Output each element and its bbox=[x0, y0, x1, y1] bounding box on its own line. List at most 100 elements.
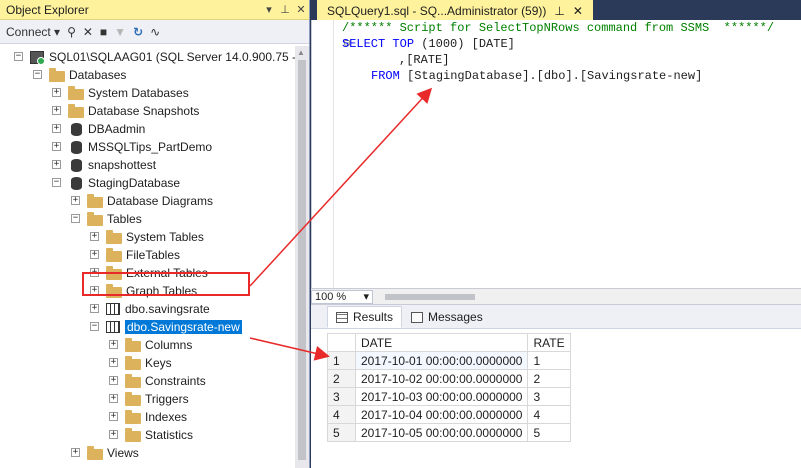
tree-node-0[interactable]: SQL01\SQLAAG01 (SQL Server 14.0.900.75 -… bbox=[30, 48, 295, 66]
object-explorer-panel: Object Explorer ▾ ⊥ ✕ Connect ▾ ⚲ ✕ ■ ▼ … bbox=[0, 0, 310, 468]
tree-node-19[interactable]: Triggers bbox=[125, 390, 189, 408]
folder-icon bbox=[87, 211, 103, 226]
pin-icon[interactable]: ⊥ bbox=[277, 3, 293, 16]
connect-button[interactable]: Connect ▾ bbox=[6, 25, 60, 39]
tree-expander-22[interactable]: + bbox=[71, 448, 80, 457]
rate-cell[interactable]: 3 bbox=[527, 387, 571, 406]
tree-node-16[interactable]: Columns bbox=[125, 336, 192, 354]
tree-expander-6[interactable]: + bbox=[52, 160, 61, 169]
tree-expander-19[interactable]: + bbox=[109, 394, 118, 403]
tree-expander-20[interactable]: + bbox=[109, 412, 118, 421]
tree-expander-9[interactable]: − bbox=[71, 214, 80, 223]
tree-node-label: Keys bbox=[145, 356, 172, 370]
tree-expander-15[interactable]: − bbox=[90, 322, 99, 331]
tree-expander-17[interactable]: + bbox=[109, 358, 118, 367]
table-row[interactable]: 1 2017-10-01 00:00:00.0000000 1 bbox=[327, 351, 571, 370]
tree-expander-16[interactable]: + bbox=[109, 340, 118, 349]
stop-icon[interactable]: ■ bbox=[100, 25, 107, 39]
column-header-rate[interactable]: RATE bbox=[527, 333, 571, 352]
tab-results[interactable]: Results bbox=[327, 306, 403, 328]
tree-expander-5[interactable]: + bbox=[52, 142, 61, 151]
row-number-header[interactable] bbox=[327, 333, 356, 352]
server-icon bbox=[30, 50, 45, 65]
date-cell[interactable]: 2017-10-03 00:00:00.0000000 bbox=[354, 387, 529, 406]
tab-messages[interactable]: Messages bbox=[402, 306, 492, 328]
connect-object-icon[interactable]: ⚲ bbox=[67, 25, 76, 39]
row-number-cell[interactable]: 2 bbox=[327, 369, 356, 388]
tree-expander-3[interactable]: + bbox=[52, 106, 61, 115]
query-document-tab[interactable]: SQLQuery1.sql - SQ...Administrator (59))… bbox=[317, 0, 593, 20]
tree-node-20[interactable]: Indexes bbox=[125, 408, 187, 426]
filter-icon[interactable]: ▼ bbox=[114, 25, 126, 39]
date-cell[interactable]: 2017-10-01 00:00:00.0000000 bbox=[354, 351, 529, 370]
activity-monitor-icon[interactable]: ∿ bbox=[150, 25, 160, 39]
refresh-icon[interactable]: ↻ bbox=[133, 25, 143, 39]
tree-node-21[interactable]: Statistics bbox=[125, 426, 193, 444]
tree-node-14[interactable]: dbo.savingsrate bbox=[106, 300, 210, 318]
tree-vertical-scrollbar[interactable]: ▲ bbox=[295, 46, 309, 468]
close-tab-icon[interactable]: ✕ bbox=[573, 4, 583, 18]
tree-expander-8[interactable]: + bbox=[71, 196, 80, 205]
tree-node-22[interactable]: Views bbox=[87, 444, 139, 462]
table-icon bbox=[106, 321, 120, 333]
tree-expander-18[interactable]: + bbox=[109, 376, 118, 385]
tree-node-15[interactable]: dbo.Savingsrate-new bbox=[106, 318, 242, 336]
tree-node-1[interactable]: Databases bbox=[49, 66, 126, 84]
table-row[interactable]: 2 2017-10-02 00:00:00.0000000 2 bbox=[327, 369, 571, 388]
row-number-cell[interactable]: 4 bbox=[327, 405, 356, 424]
tree-node-18[interactable]: Constraints bbox=[125, 372, 206, 390]
results-pane: Results Messages DATE RATE 1 2017-10-01 0… bbox=[311, 304, 801, 468]
sql-editor[interactable]: ⊟ /****** Script for SelectTopNRows comm… bbox=[311, 20, 801, 288]
scrollbar-thumb[interactable] bbox=[298, 60, 306, 460]
tree-expander-7[interactable]: − bbox=[52, 178, 61, 187]
tree-node-5[interactable]: MSSQLTips_PartDemo bbox=[68, 138, 212, 156]
pin-tab-icon[interactable]: ⊥ bbox=[554, 4, 564, 18]
tree-node-2[interactable]: System Databases bbox=[68, 84, 189, 102]
tree-node-label: System Tables bbox=[126, 230, 204, 244]
date-cell[interactable]: 2017-10-02 00:00:00.0000000 bbox=[354, 369, 529, 388]
tree-node-8[interactable]: Database Diagrams bbox=[87, 192, 213, 210]
tree-node-11[interactable]: FileTables bbox=[106, 246, 180, 264]
tree-expander-4[interactable]: + bbox=[52, 124, 61, 133]
rate-cell[interactable]: 1 bbox=[527, 351, 571, 370]
window-position-dropdown-icon[interactable]: ▾ bbox=[261, 3, 277, 16]
tree-node-label: dbo.Savingsrate-new bbox=[125, 320, 242, 334]
tree-node-4[interactable]: DBAadmin bbox=[68, 120, 145, 138]
column-header-date[interactable]: DATE bbox=[354, 333, 529, 352]
tree-node-7[interactable]: StagingDatabase bbox=[68, 174, 180, 192]
select-columns: (1000) [DATE] bbox=[421, 37, 515, 51]
scroll-up-arrow-icon[interactable]: ▲ bbox=[297, 48, 305, 57]
tree-expander-1[interactable]: − bbox=[33, 70, 42, 79]
table-row[interactable]: 3 2017-10-03 00:00:00.0000000 3 bbox=[327, 387, 571, 406]
date-cell[interactable]: 2017-10-04 00:00:00.0000000 bbox=[354, 405, 529, 424]
date-cell[interactable]: 2017-10-05 00:00:00.0000000 bbox=[354, 423, 529, 442]
rate-cell[interactable]: 2 bbox=[527, 369, 571, 388]
scrollbar-thumb[interactable] bbox=[385, 294, 475, 300]
keyword-top: TOP bbox=[392, 37, 415, 51]
disconnect-icon[interactable]: ✕ bbox=[83, 25, 93, 39]
tree-node-10[interactable]: System Tables bbox=[106, 228, 204, 246]
zoom-value: 100 % bbox=[315, 290, 347, 303]
table-row[interactable]: 4 2017-10-04 00:00:00.0000000 4 bbox=[327, 405, 571, 424]
editor-horizontal-scrollbar[interactable] bbox=[375, 291, 801, 303]
tree-node-6[interactable]: snapshottest bbox=[68, 156, 156, 174]
tree-expander-2[interactable]: + bbox=[52, 88, 61, 97]
zoom-select[interactable]: 100 % ▾ bbox=[311, 289, 373, 304]
tree-node-3[interactable]: Database Snapshots bbox=[68, 102, 199, 120]
rate-cell[interactable]: 4 bbox=[527, 405, 571, 424]
tree-expander-10[interactable]: + bbox=[90, 232, 99, 241]
tree-node-9[interactable]: Tables bbox=[87, 210, 142, 228]
tree-expander-21[interactable]: + bbox=[109, 430, 118, 439]
results-grid[interactable]: DATE RATE 1 2017-10-01 00:00:00.0000000 1 2… bbox=[327, 333, 571, 442]
tree-expander-0[interactable]: − bbox=[14, 52, 23, 61]
tree-node-17[interactable]: Keys bbox=[125, 354, 172, 372]
tree-expander-14[interactable]: + bbox=[90, 304, 99, 313]
row-number-cell[interactable]: 3 bbox=[327, 387, 356, 406]
table-row[interactable]: 5 2017-10-05 00:00:00.0000000 5 bbox=[327, 423, 571, 442]
tree-expander-11[interactable]: + bbox=[90, 250, 99, 259]
row-number-cell[interactable]: 1 bbox=[327, 351, 356, 370]
object-explorer-title-bar: Object Explorer ▾ ⊥ ✕ bbox=[0, 0, 309, 20]
close-icon[interactable]: ✕ bbox=[293, 3, 309, 16]
row-number-cell[interactable]: 5 bbox=[327, 423, 356, 442]
rate-cell[interactable]: 5 bbox=[527, 423, 571, 442]
